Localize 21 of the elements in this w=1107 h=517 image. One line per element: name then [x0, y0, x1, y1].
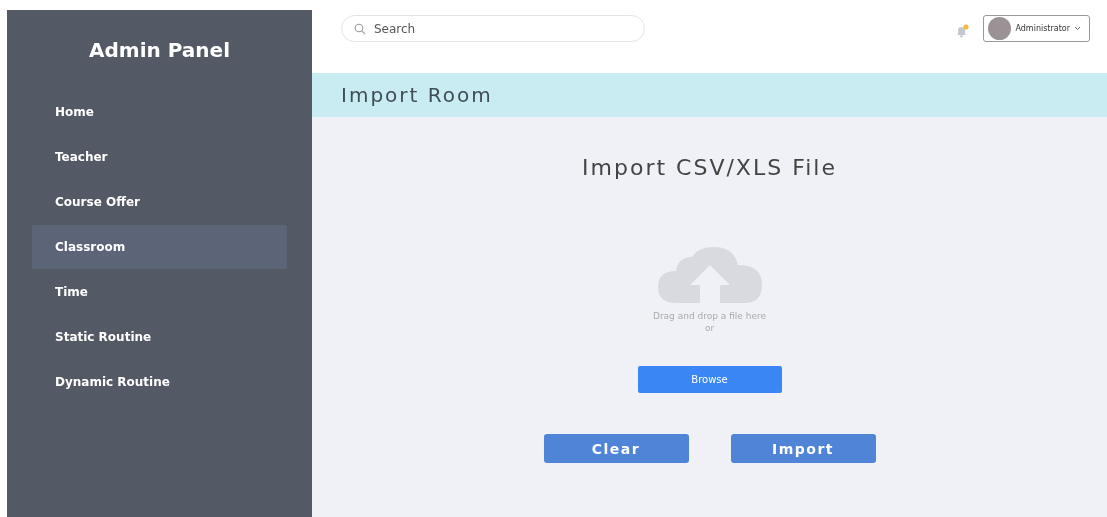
- avatar: [988, 17, 1012, 40]
- page-title: Import Room: [341, 83, 493, 107]
- nav-item[interactable]: Course Offer: [32, 180, 287, 224]
- nav-item[interactable]: Home: [32, 90, 287, 134]
- cloud-upload-icon: [657, 247, 762, 305]
- action-button[interactable]: Clear: [543, 434, 689, 463]
- sidebar-title: Admin Panel: [88, 37, 231, 64]
- nav-item[interactable]: Teacher: [32, 135, 287, 179]
- notification-bell-icon[interactable]: [955, 23, 970, 38]
- nav-item[interactable]: Static Routine: [32, 315, 287, 359]
- nav-item[interactable]: Time: [32, 270, 287, 314]
- drop-hint: Drag and drop a file here: [652, 311, 766, 321]
- account-dropdown[interactable]: Administrator: [983, 15, 1090, 42]
- nav-item[interactable]: Dynamic Routine: [32, 360, 287, 404]
- search-field[interactable]: Search: [341, 15, 645, 42]
- nav-item[interactable]: Classroom: [32, 225, 287, 269]
- action-button[interactable]: Import: [730, 434, 876, 463]
- browse-button[interactable]: Browse: [637, 366, 782, 393]
- caret-icon: [1074, 26, 1081, 31]
- import-heading: Import CSV/XLS File: [582, 155, 837, 180]
- or-text: or: [704, 323, 715, 333]
